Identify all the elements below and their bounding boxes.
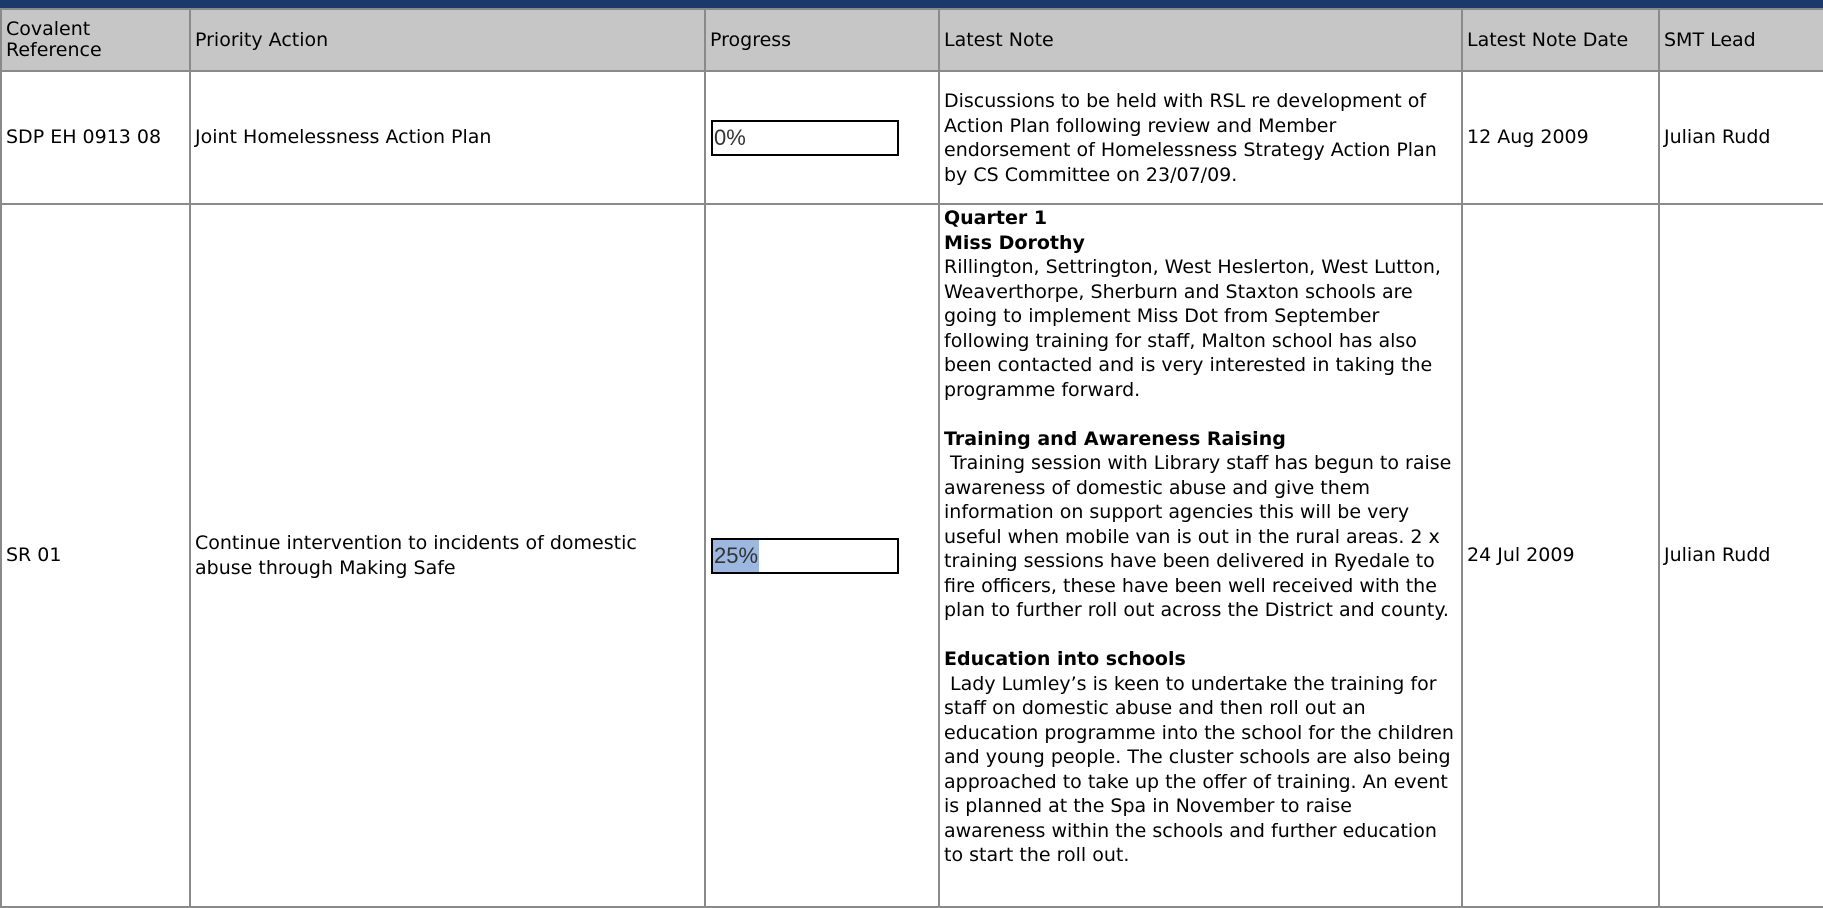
note-section-title: Training and Awareness Raising bbox=[944, 427, 1286, 450]
latest-note-date-cell: 24 Jul 2009 bbox=[1461, 203, 1660, 908]
reference-cell: SR 01 bbox=[0, 203, 191, 908]
note-section-text: Lady Lumley’s is keen to undertake the t… bbox=[944, 672, 1460, 867]
smt-lead-cell: Julian Rudd bbox=[1658, 70, 1823, 205]
smt-lead-cell: Julian Rudd bbox=[1658, 203, 1823, 908]
table-row: SR 01 Continue intervention to incidents… bbox=[0, 203, 1823, 908]
column-header-smt-lead: SMT Lead bbox=[1658, 8, 1823, 72]
priority-action-cell: Continue intervention to incidents of do… bbox=[189, 203, 706, 908]
note-quarter-heading: Quarter 1 bbox=[944, 207, 1048, 229]
column-header-latest-note-date: Latest Note Date bbox=[1461, 8, 1660, 72]
column-header-progress: Progress bbox=[704, 8, 940, 72]
reference-cell: SDP EH 0913 08 bbox=[0, 70, 191, 205]
column-header-latest-note: Latest Note bbox=[938, 8, 1463, 72]
header-row: Covalent Reference Priority Action Progr… bbox=[0, 8, 1823, 72]
progress-label: 0% bbox=[714, 124, 746, 150]
table-row: SDP EH 0913 08 Joint Homelessness Action… bbox=[0, 70, 1823, 205]
priority-action-cell: Joint Homelessness Action Plan bbox=[189, 70, 706, 205]
note-section-title: Miss Dorothy bbox=[944, 231, 1085, 254]
progress-bar: 0% bbox=[711, 119, 899, 156]
column-header-priority-action: Priority Action bbox=[189, 8, 706, 72]
note-section-text: Training session with Library staff has … bbox=[944, 452, 1458, 621]
priority-actions-table: Covalent Reference Priority Action Progr… bbox=[0, 8, 1823, 908]
column-header-reference: Covalent Reference bbox=[0, 8, 191, 72]
latest-note-date-cell: 12 Aug 2009 bbox=[1461, 70, 1660, 205]
progress-bar: 25% bbox=[711, 537, 899, 574]
note-section-title: Education into schools bbox=[944, 648, 1186, 670]
latest-note-cell: Quarter 1 Miss Dorothy Rillington, Settr… bbox=[938, 203, 1463, 908]
latest-note-cell: Discussions to be held with RSL re devel… bbox=[938, 70, 1463, 205]
note-section-text: Rillington, Settrington, West Heslerton,… bbox=[944, 256, 1441, 401]
progress-cell: 25% bbox=[704, 203, 940, 908]
progress-label: 25% bbox=[714, 542, 759, 568]
progress-cell: 0% bbox=[704, 70, 940, 205]
